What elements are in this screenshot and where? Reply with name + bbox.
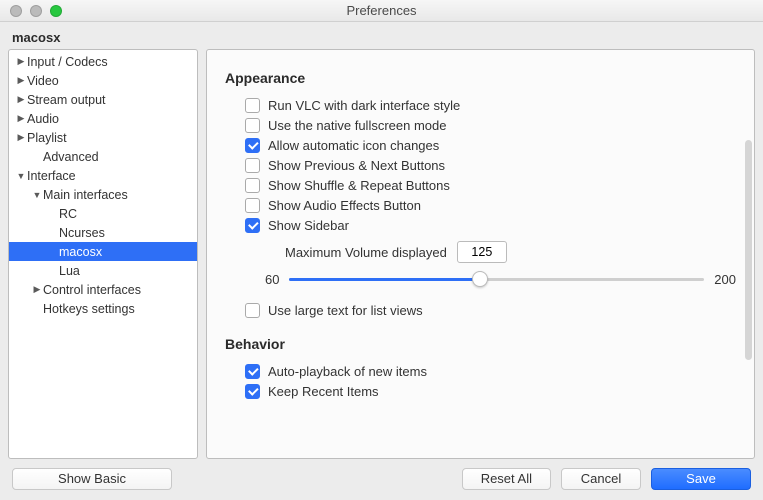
- checkbox-label: Show Sidebar: [268, 218, 349, 233]
- reset-all-button[interactable]: Reset All: [462, 468, 551, 490]
- sidebar-item-label: Video: [27, 74, 59, 88]
- chevron-right-icon[interactable]: ▶: [15, 56, 27, 67]
- sidebar-item-lua[interactable]: Lua: [9, 261, 197, 280]
- checkbox[interactable]: [245, 138, 260, 153]
- checkbox[interactable]: [245, 198, 260, 213]
- checkbox[interactable]: [245, 98, 260, 113]
- sidebar-item-main-interfaces[interactable]: ▼Main interfaces: [9, 185, 197, 204]
- sidebar-item-label: RC: [59, 207, 77, 221]
- sidebar-item-audio[interactable]: ▶Audio: [9, 109, 197, 128]
- checkbox-label: Keep Recent Items: [268, 384, 379, 399]
- sidebar-item-label: Audio: [27, 112, 59, 126]
- max-volume-input[interactable]: [457, 241, 507, 263]
- checkbox-label: Use the native fullscreen mode: [268, 118, 446, 133]
- sidebar-item-stream-output[interactable]: ▶Stream output: [9, 90, 197, 109]
- sidebar-item-label: Main interfaces: [43, 188, 128, 202]
- checkbox-label: Show Audio Effects Button: [268, 198, 421, 213]
- sidebar-item-label: Stream output: [27, 93, 106, 107]
- slider-min-label: 60: [265, 272, 279, 287]
- sidebar-item-advanced[interactable]: Advanced: [9, 147, 197, 166]
- chevron-down-icon[interactable]: ▼: [15, 171, 27, 181]
- sidebar-item-macosx[interactable]: macosx: [9, 242, 197, 261]
- sidebar-item-ncurses[interactable]: Ncurses: [9, 223, 197, 242]
- checkbox[interactable]: [245, 364, 260, 379]
- chevron-right-icon[interactable]: ▶: [31, 284, 43, 295]
- chevron-right-icon[interactable]: ▶: [15, 113, 27, 124]
- sidebar-item-video[interactable]: ▶Video: [9, 71, 197, 90]
- sidebar-item-rc[interactable]: RC: [9, 204, 197, 223]
- titlebar: Preferences: [0, 0, 763, 22]
- sidebar-item-control-interfaces[interactable]: ▶Control interfaces: [9, 280, 197, 299]
- save-button[interactable]: Save: [651, 468, 751, 490]
- sidebar-item-label: Input / Codecs: [27, 55, 108, 69]
- checkbox-label: Show Previous & Next Buttons: [268, 158, 445, 173]
- max-volume-slider[interactable]: [289, 269, 704, 289]
- checkbox-label: Auto-playback of new items: [268, 364, 427, 379]
- checkbox[interactable]: [245, 384, 260, 399]
- sidebar-item-label: Playlist: [27, 131, 67, 145]
- sidebar-item-label: Advanced: [43, 150, 99, 164]
- sidebar-tree[interactable]: ▶Input / Codecs▶Video▶Stream output▶Audi…: [8, 49, 198, 459]
- max-volume-label: Maximum Volume displayed: [285, 245, 447, 260]
- sidebar-item-label: macosx: [59, 245, 102, 259]
- show-basic-button[interactable]: Show Basic: [12, 468, 172, 490]
- checkbox[interactable]: [245, 178, 260, 193]
- large-text-checkbox[interactable]: [245, 303, 260, 318]
- checkbox[interactable]: [245, 118, 260, 133]
- appearance-heading: Appearance: [225, 70, 736, 86]
- checkbox-label: Run VLC with dark interface style: [268, 98, 460, 113]
- sidebar-item-input-codecs[interactable]: ▶Input / Codecs: [9, 52, 197, 71]
- sidebar-item-label: Lua: [59, 264, 80, 278]
- cancel-button[interactable]: Cancel: [561, 468, 641, 490]
- chevron-right-icon[interactable]: ▶: [15, 94, 27, 105]
- sidebar-item-hotkeys-settings[interactable]: Hotkeys settings: [9, 299, 197, 318]
- sidebar-item-label: Interface: [27, 169, 76, 183]
- settings-panel: Appearance Run VLC with dark interface s…: [206, 49, 755, 459]
- sidebar-item-label: Control interfaces: [43, 283, 141, 297]
- sidebar-item-label: Ncurses: [59, 226, 105, 240]
- large-text-label: Use large text for list views: [268, 303, 423, 318]
- checkbox[interactable]: [245, 218, 260, 233]
- checkbox[interactable]: [245, 158, 260, 173]
- footer: Show Basic Reset All Cancel Save: [0, 459, 763, 499]
- chevron-down-icon[interactable]: ▼: [31, 190, 43, 200]
- sidebar-item-interface[interactable]: ▼Interface: [9, 166, 197, 185]
- window-title: Preferences: [0, 3, 763, 18]
- sidebar-item-playlist[interactable]: ▶Playlist: [9, 128, 197, 147]
- behavior-heading: Behavior: [225, 336, 736, 352]
- chevron-right-icon[interactable]: ▶: [15, 132, 27, 143]
- sidebar-item-label: Hotkeys settings: [43, 302, 135, 316]
- checkbox-label: Show Shuffle & Repeat Buttons: [268, 178, 450, 193]
- chevron-right-icon[interactable]: ▶: [15, 75, 27, 86]
- checkbox-label: Allow automatic icon changes: [268, 138, 439, 153]
- panel-title: macosx: [0, 22, 763, 49]
- slider-max-label: 200: [714, 272, 736, 287]
